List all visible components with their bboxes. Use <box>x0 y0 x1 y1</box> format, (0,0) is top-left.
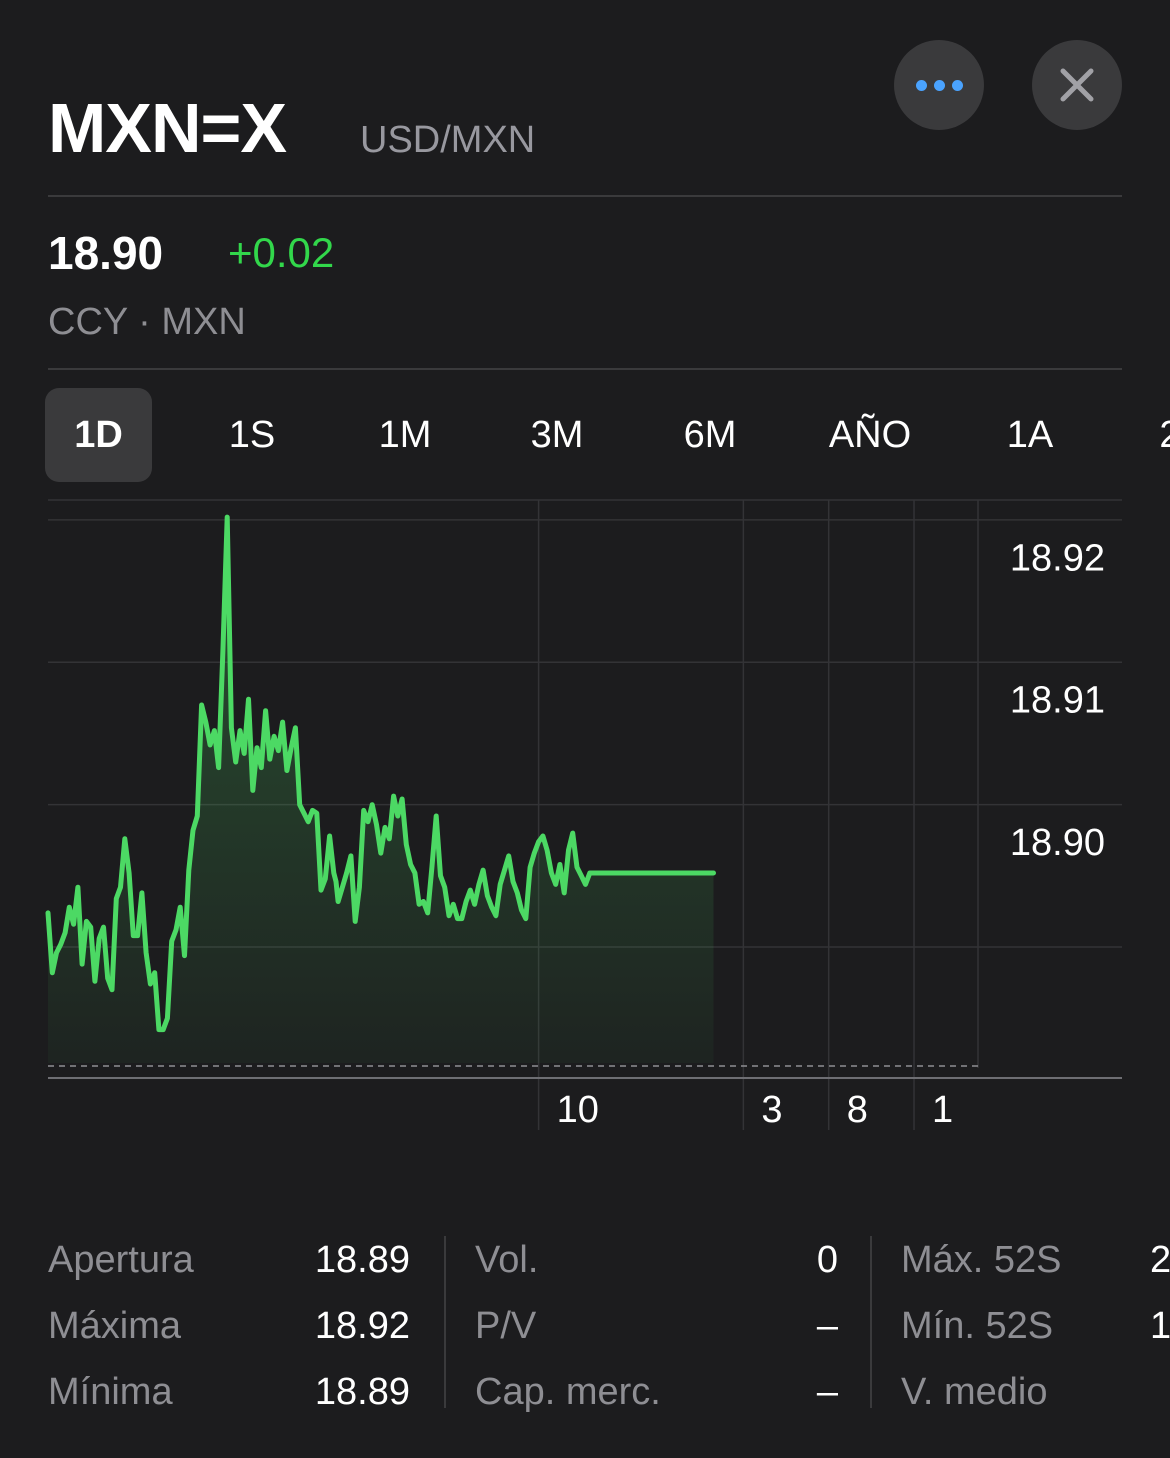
stat-value-52w-low: 1 <box>1150 1305 1170 1347</box>
range-tab-1a[interactable]: 1A <box>985 388 1075 482</box>
ellipsis-icon <box>915 79 963 91</box>
range-tab-1s[interactable]: 1S <box>207 388 297 482</box>
stat-value-52w-high: 2 <box>1150 1239 1170 1281</box>
stat-label-52w-high: Máx. 52S <box>901 1239 1062 1281</box>
stat-label-open: Apertura <box>48 1239 194 1281</box>
stat-label-52w-low: Mín. 52S <box>901 1305 1054 1347</box>
stat-label-market-cap: Cap. merc. <box>475 1371 661 1413</box>
header-divider <box>48 195 1122 197</box>
range-tab-1m[interactable]: 1M <box>360 388 450 482</box>
stat-value-market-cap: – <box>816 1371 838 1413</box>
stats-separator <box>870 1236 872 1408</box>
stat-value-low: 18.89 <box>314 1371 410 1413</box>
y-tick-label: 18.90 <box>1010 822 1105 864</box>
current-price: 18.90 <box>48 227 164 279</box>
stat-label-avg-volume: V. medio <box>901 1371 1048 1413</box>
more-button[interactable] <box>894 40 984 130</box>
range-tab-6m[interactable]: 6M <box>665 388 755 482</box>
instrument-name: USD/MXN <box>360 119 536 161</box>
stat-value-open: 18.89 <box>314 1239 410 1281</box>
y-tick-label: 18.91 <box>1010 680 1105 722</box>
stats-separator <box>444 1236 446 1408</box>
range-tab-2[interactable]: 2 <box>1140 388 1170 482</box>
range-tab-3m[interactable]: 3M <box>512 388 602 482</box>
quote-divider <box>48 368 1122 370</box>
price-chart[interactable]: 18.9218.9218.9118.9010381 <box>0 495 1170 1145</box>
x-tick-label: 1 <box>932 1089 953 1131</box>
stat-value-high: 18.92 <box>314 1305 410 1347</box>
x-tick-label: 10 <box>557 1089 599 1131</box>
stat-label-pe: P/V <box>475 1305 537 1347</box>
range-tab-ano[interactable]: AÑO <box>815 388 925 482</box>
close-button[interactable] <box>1032 40 1122 130</box>
x-tick-label: 8 <box>847 1089 868 1131</box>
range-tab-1d[interactable]: 1D <box>45 388 152 482</box>
stat-label-high: Máxima <box>48 1305 182 1347</box>
price-change: +0.02 <box>228 229 335 276</box>
range-selector: 1D 1S 1M 3M 6M AÑO 1A 2 <box>45 388 1170 482</box>
key-stats: Apertura 18.89 Máxima 18.92 Mínima 18.89… <box>0 1228 1170 1428</box>
stat-value-pe: – <box>816 1305 838 1347</box>
stat-label-low: Mínima <box>48 1371 173 1413</box>
stat-value-volume: 0 <box>816 1239 838 1281</box>
x-tick-label: 3 <box>761 1089 782 1131</box>
close-icon <box>1060 68 1094 102</box>
ticker-symbol: MXN=X <box>48 89 287 167</box>
y-tick-label: 18.92 <box>1010 537 1105 579</box>
currency-meta: CCY · MXN <box>48 301 246 343</box>
stat-label-volume: Vol. <box>475 1239 539 1281</box>
